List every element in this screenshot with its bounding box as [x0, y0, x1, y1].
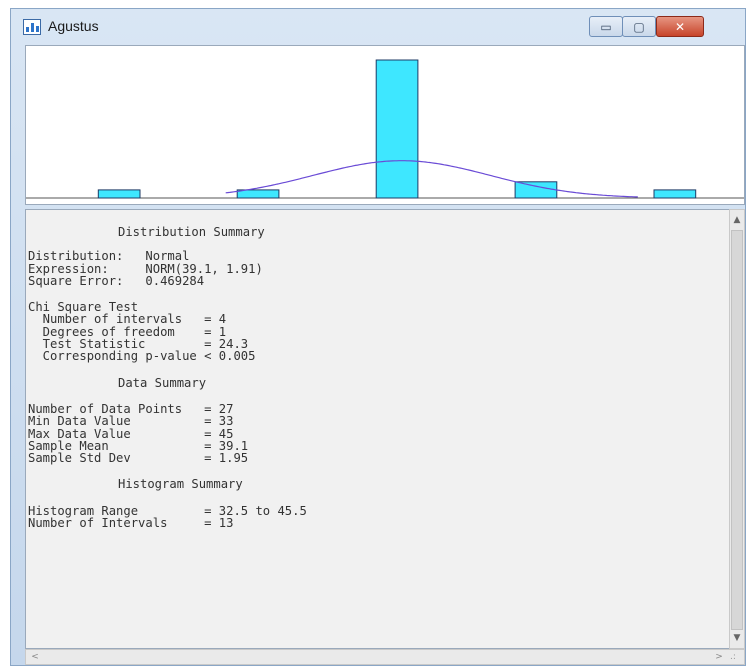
histogram-intervals-line: Number of Intervals = 13 [28, 516, 234, 531]
chi-intervals-line: Number of intervals = 4 [28, 312, 227, 327]
histogram-chart [26, 59, 744, 199]
resize-grip-icon[interactable]: .: [730, 652, 736, 662]
histogram-bar-42 [514, 181, 558, 199]
vertical-scroll-thumb[interactable] [731, 230, 743, 630]
square-error-line: Square Error: 0.469284 [28, 273, 205, 288]
summary-text-pane: Distribution Summary Distribution: Norma… [25, 209, 729, 649]
histogram-bar-39 [375, 59, 419, 199]
histogram-bar-45 [653, 189, 697, 199]
histogram-chart-pane [25, 45, 745, 205]
chart-app-icon [23, 19, 41, 35]
histogram-summary-heading: Histogram Summary [118, 477, 243, 492]
histogram-bar-36 [236, 189, 280, 199]
minimize-button[interactable]: ▭ [589, 16, 623, 37]
app-window: Agustus ▭ ▢ ✕ Distribution Summary Distr… [10, 8, 746, 666]
distribution-summary-heading: Distribution Summary [118, 225, 265, 239]
min-value-line: Min Data Value = 33 [28, 414, 234, 429]
normal-fit-curve [225, 160, 638, 198]
scroll-up-arrow-icon[interactable]: ▲ [730, 212, 744, 228]
scroll-down-arrow-icon[interactable]: ▼ [730, 630, 744, 646]
scroll-left-arrow-icon[interactable]: < [28, 650, 42, 664]
max-value-line: Max Data Value = 45 [28, 426, 234, 441]
close-button[interactable]: ✕ [656, 16, 704, 37]
vertical-scrollbar[interactable]: ▲ ▼ [729, 209, 745, 649]
histogram-bar-33 [97, 189, 141, 199]
window-title: Agustus [48, 18, 99, 34]
horizontal-scrollbar[interactable]: < > .: [25, 649, 745, 665]
distribution-line: Distribution: Normal [28, 249, 190, 264]
title-bar[interactable]: Agustus ▭ ▢ ✕ [11, 9, 745, 43]
scroll-right-arrow-icon[interactable]: > [712, 650, 726, 664]
data-summary-heading: Data Summary [118, 375, 207, 390]
maximize-button[interactable]: ▢ [622, 16, 656, 37]
chi-pvalue-line: Corresponding p-value < 0.005 [28, 349, 256, 364]
sample-std-line: Sample Std Dev = 1.95 [28, 451, 249, 466]
